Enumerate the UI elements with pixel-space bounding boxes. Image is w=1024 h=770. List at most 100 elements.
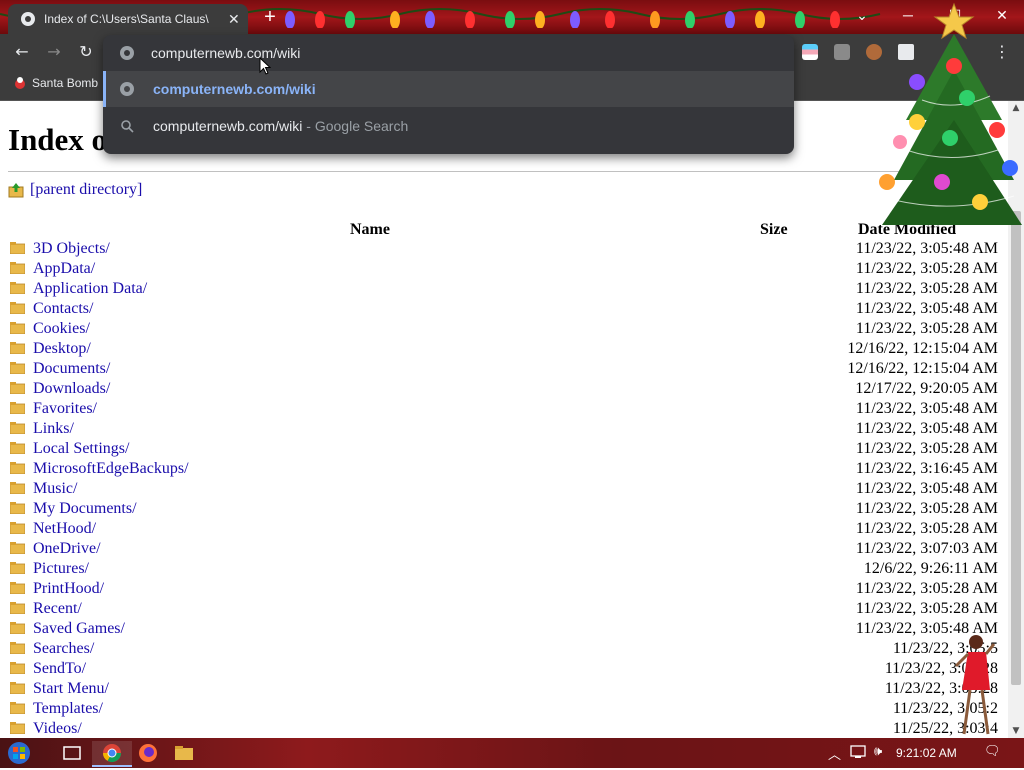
date-modified: 12/16/22, 12:15:04 AM: [847, 360, 998, 377]
maximize-button[interactable]: ☐: [933, 0, 977, 32]
folder-icon: [10, 442, 25, 454]
folder-link[interactable]: Videos/: [33, 720, 82, 738]
table-row: Links/11/23/22, 3:05:48 AM: [0, 420, 1008, 440]
folder-link[interactable]: Cookies/: [33, 320, 90, 338]
chrome-icon: [103, 744, 121, 763]
column-header-size[interactable]: Size: [760, 221, 788, 239]
folder-icon: [10, 622, 25, 634]
table-row: My Documents/11/23/22, 3:05:28 AM: [0, 500, 1008, 520]
forward-button[interactable]: →: [42, 41, 66, 63]
extensions-puzzle-icon[interactable]: [898, 44, 914, 60]
menu-icon[interactable]: ⋮: [990, 41, 1014, 63]
folder-link[interactable]: Pictures/: [33, 560, 89, 578]
back-button[interactable]: ←: [10, 41, 34, 63]
folder-link[interactable]: 3D Objects/: [33, 240, 110, 258]
folder-link[interactable]: OneDrive/: [33, 540, 101, 558]
directory-listing: 3D Objects/11/23/22, 3:05:48 AM AppData/1…: [0, 240, 1008, 738]
table-row: Saved Games/11/23/22, 3:05:48 AM: [0, 620, 1008, 640]
firefox-taskbar-button[interactable]: [128, 741, 168, 765]
chrome-taskbar-button[interactable]: [92, 741, 132, 767]
bookmark-santa-bomb[interactable]: Santa Bomb: [14, 76, 98, 90]
folder-link[interactable]: SendTo/: [33, 660, 86, 678]
profile-avatar-icon[interactable]: [866, 44, 882, 60]
column-header-name[interactable]: Name: [350, 221, 390, 239]
clock[interactable]: 9:21:02 AM: [896, 746, 957, 760]
notifications-icon[interactable]: 🗨: [984, 744, 1001, 759]
folder-icon: [10, 502, 25, 514]
table-row: Local Settings/11/23/22, 3:05:28 AM: [0, 440, 1008, 460]
folder-link[interactable]: MicrosoftEdgeBackups/: [33, 460, 189, 478]
folder-icon: [10, 262, 25, 274]
folder-link[interactable]: Links/: [33, 420, 74, 438]
date-modified: 11/23/22, 3:05:28: [884, 660, 998, 677]
folder-icon: [10, 422, 25, 434]
table-row: Contacts/11/23/22, 3:05:48 AM: [0, 300, 1008, 320]
suggestion-search[interactable]: computernewb.com/wiki - Google Search: [103, 108, 794, 144]
folder-icon: [10, 362, 25, 374]
folder-icon: [10, 562, 25, 574]
extension-flag-icon[interactable]: [802, 44, 818, 60]
folder-link[interactable]: PrintHood/: [33, 580, 104, 598]
date-modified: 11/23/22, 3:05:28 AM: [855, 280, 998, 297]
tab-strip: Index of C:\Users\Santa Claus\ ✕ + ⌄ ─ ☐…: [0, 0, 1024, 34]
minimize-button[interactable]: ─: [886, 0, 930, 32]
date-modified: 11/25/22, 3:03:4: [892, 720, 998, 737]
table-row: SendTo/11/23/22, 3:05:28: [0, 660, 1008, 680]
mouse-cursor-icon: [259, 57, 271, 75]
network-icon[interactable]: [850, 744, 868, 760]
table-row: Desktop/12/16/22, 12:15:04 AM: [0, 340, 1008, 360]
table-row: Downloads/12/17/22, 9:20:05 AM: [0, 380, 1008, 400]
folder-icon: [10, 682, 25, 694]
folder-link[interactable]: AppData/: [33, 260, 95, 278]
table-row: Searches/11/23/22, 3:05:5: [0, 640, 1008, 660]
new-tab-button[interactable]: +: [258, 5, 282, 29]
folder-link[interactable]: Recent/: [33, 600, 82, 618]
parent-directory-link[interactable]: [parent directory]: [30, 181, 142, 199]
parent-directory-row: [parent directory]: [8, 181, 142, 199]
santa-icon: [15, 77, 25, 89]
folder-link[interactable]: Downloads/: [33, 380, 110, 398]
date-modified: 11/23/22, 3:05:28 AM: [855, 520, 998, 537]
suggestion-url[interactable]: computernewb.com/wiki: [103, 71, 794, 107]
folder-link[interactable]: Music/: [33, 480, 77, 498]
folder-link[interactable]: Searches/: [33, 640, 94, 658]
close-window-button[interactable]: ✕: [980, 0, 1024, 32]
folder-link[interactable]: Favorites/: [33, 400, 97, 418]
folder-icon: [10, 282, 25, 294]
windows-logo-icon: [8, 742, 30, 764]
tray-overflow-icon[interactable]: ︿: [828, 744, 841, 763]
globe-icon: [120, 46, 134, 60]
scrollbar-thumb[interactable]: [1011, 211, 1021, 685]
folder-link[interactable]: Start Menu/: [33, 680, 109, 698]
suggestion-url-text: computernewb.com/wiki: [153, 81, 316, 97]
folder-link[interactable]: Documents/: [33, 360, 110, 378]
folder-link[interactable]: Local Settings/: [33, 440, 129, 458]
folder-link[interactable]: NetHood/: [33, 520, 96, 538]
scroll-up-arrow-icon[interactable]: ▲: [1008, 103, 1024, 113]
tab-search-button[interactable]: ⌄: [840, 0, 884, 32]
date-modified: 11/23/22, 3:05:28: [884, 680, 998, 697]
file-explorer-taskbar-button[interactable]: [164, 741, 204, 765]
task-view-button[interactable]: [52, 741, 92, 765]
folder-icon: [10, 482, 25, 494]
extension-s-icon[interactable]: [834, 44, 850, 60]
date-modified: 11/23/22, 3:05:48 AM: [855, 420, 998, 437]
reload-button[interactable]: ↻: [74, 41, 98, 63]
page-scrollbar[interactable]: ▲ ▼: [1008, 101, 1024, 738]
globe-icon: [120, 82, 134, 96]
active-tab[interactable]: Index of C:\Users\Santa Claus\ ✕: [8, 4, 248, 34]
folder-link[interactable]: Application Data/: [33, 280, 147, 298]
folder-icon: [10, 302, 25, 314]
folder-link[interactable]: Templates/: [33, 700, 103, 718]
folder-icon: [175, 746, 193, 760]
folder-link[interactable]: Desktop/: [33, 340, 91, 358]
folder-link[interactable]: Contacts/: [33, 300, 93, 318]
scroll-down-arrow-icon[interactable]: ▼: [1008, 726, 1024, 736]
start-button[interactable]: [4, 741, 44, 765]
address-input[interactable]: [151, 42, 751, 64]
folder-link[interactable]: Saved Games/: [33, 620, 125, 638]
volume-icon[interactable]: 🕪: [874, 744, 882, 759]
folder-link[interactable]: My Documents/: [33, 500, 137, 518]
column-header-date[interactable]: Date Modified: [858, 221, 956, 239]
tab-close-icon[interactable]: ✕: [228, 11, 240, 28]
